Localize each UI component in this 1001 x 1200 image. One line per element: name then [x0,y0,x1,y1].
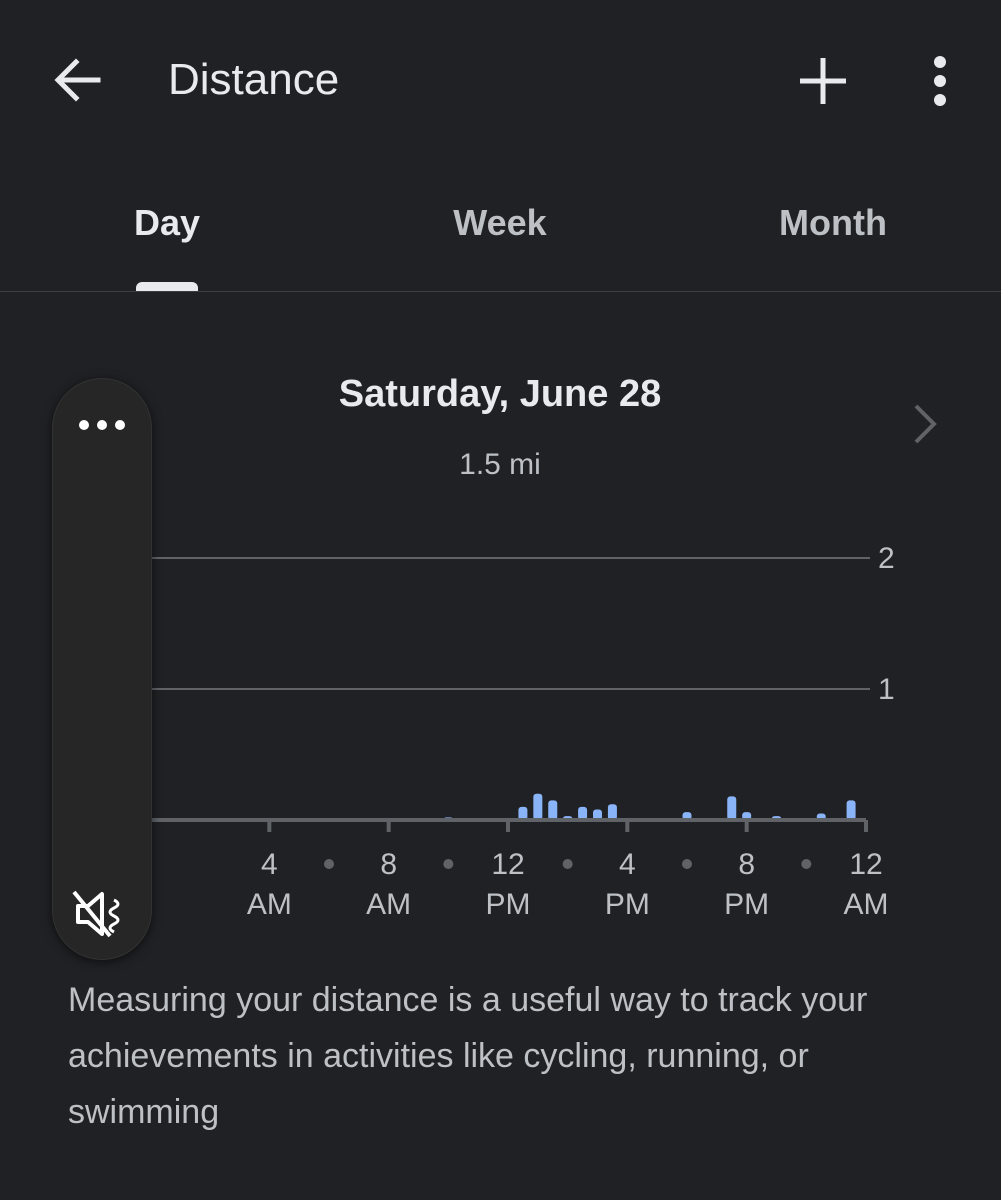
arrow-back-icon [54,58,101,102]
add-icon [800,58,846,104]
y-tick-label: 2 [878,542,895,575]
x-tick-label: 12 [491,848,524,881]
total-distance: 1.5 mi [459,448,541,481]
page-title: Distance [168,55,340,104]
x-minor-dot [682,859,692,869]
volume-panel-options-button[interactable] [74,410,130,440]
add-button[interactable] [792,50,854,112]
x-minor-dot [443,859,454,869]
volume-off-icon [72,890,120,938]
x-tick-label-period: PM [724,888,769,921]
x-tick-label: 4 [619,848,636,881]
x-tick-label-period: PM [486,888,531,921]
y-tick-label: 1 [878,673,895,706]
x-minor-dot [801,859,812,869]
date-title: Saturday, June 28 [338,373,662,415]
mute-button[interactable] [70,886,132,942]
x-minor-dot [324,859,334,869]
tab-month[interactable]: Month [753,200,913,246]
distance-bar [533,793,543,820]
distance-bar [607,804,617,820]
x-tick-label: 12 [849,848,882,881]
distance-bar [548,800,558,820]
x-tick-label: 4 [261,848,278,881]
distance-bar [727,796,737,820]
description-text: Measuring your distance is a useful way … [68,981,868,1131]
back-button[interactable] [48,50,108,110]
more-vert-icon [934,56,946,106]
more-options-button[interactable] [915,50,965,112]
x-tick-label-period: PM [605,888,650,921]
tab-divider [0,291,1001,292]
x-tick-label-period: AM [247,888,292,921]
x-tick-label: 8 [738,848,755,881]
x-tick-label-period: AM [366,888,411,921]
tab-day[interactable]: Day [87,200,247,246]
x-tick-label-period: AM [844,888,889,921]
next-day-button[interactable] [900,396,950,452]
more-horiz-icon [79,420,125,430]
volume-panel [52,378,152,960]
chevron-right-icon [914,404,937,444]
distance-bar [846,800,856,820]
tab-week[interactable]: Week [420,200,580,246]
x-tick-label: 8 [380,848,397,881]
x-minor-dot [562,859,573,869]
